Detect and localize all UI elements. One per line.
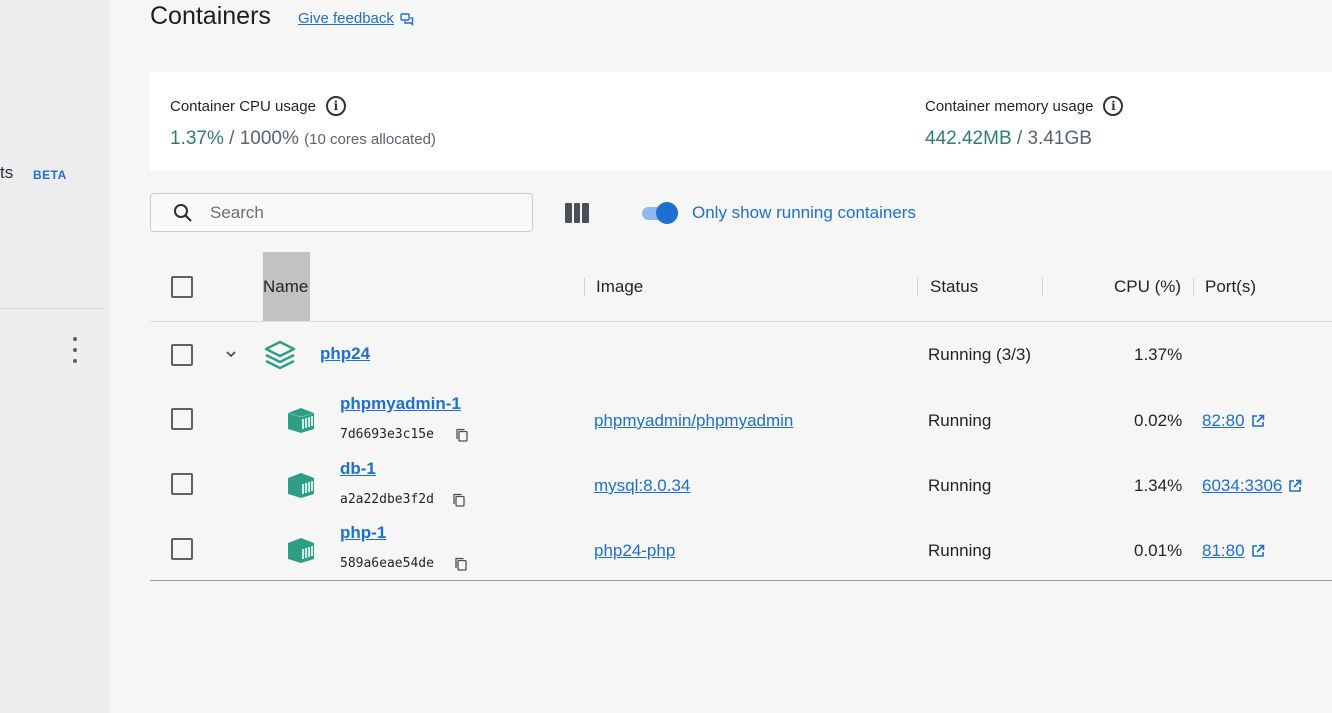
running-only-label[interactable]: Only show running containers	[692, 203, 916, 223]
port-link-wrapper[interactable]: 81:80	[1202, 541, 1265, 561]
container-icon	[288, 538, 314, 563]
memory-usage-value: 442.42MB / 3.41GB	[925, 128, 1123, 150]
containers-table: Name Image Status CPU (%) Port(s) php24 …	[150, 252, 1332, 583]
row-checkbox[interactable]	[171, 408, 193, 430]
status-text: Running	[928, 476, 992, 495]
copy-icon[interactable]	[454, 557, 468, 571]
memory-used: 442.42MB	[925, 128, 1012, 149]
column-divider[interactable]	[1193, 278, 1194, 296]
status-text: Running	[928, 411, 992, 430]
column-header-status[interactable]: Status	[930, 277, 978, 297]
cpu-total: 1000%	[239, 128, 299, 149]
running-only-toggle[interactable]	[640, 202, 678, 224]
column-header-name[interactable]: Name	[263, 277, 308, 297]
external-link-icon[interactable]	[1251, 414, 1265, 428]
port-link[interactable]: 6034:3306	[1202, 476, 1282, 495]
select-all-checkbox[interactable]	[171, 276, 193, 298]
main-content: Containers Give feedback Container CPU u…	[110, 0, 1332, 713]
column-header-cpu[interactable]: CPU (%)	[1114, 277, 1181, 297]
table-header: Name Image Status CPU (%) Port(s)	[150, 252, 1332, 322]
container-name-link[interactable]: phpmyadmin-1	[340, 394, 461, 414]
info-icon[interactable]: i	[1103, 96, 1124, 116]
container-id: 7d6693e3c15e	[340, 427, 434, 442]
toolbar: Only show running containers	[150, 193, 1332, 233]
table-row-group[interactable]: php24 Running (3/3) 1.37%	[150, 322, 1332, 388]
container-id: 589a6eae54de	[340, 556, 434, 571]
port-link[interactable]: 81:80	[1202, 541, 1245, 560]
memory-usage-label: Container memory usage	[925, 97, 1094, 115]
container-icon	[287, 408, 315, 433]
chevron-down-icon[interactable]	[225, 350, 237, 358]
cpu-separator: /	[223, 128, 240, 149]
sidebar: ts BETA	[0, 0, 110, 713]
column-divider[interactable]	[1042, 278, 1043, 296]
cpu-cores-note: (10 cores allocated)	[304, 131, 436, 148]
group-status: Running (3/3)	[928, 345, 1032, 364]
group-cpu: 1.37%	[1134, 345, 1183, 364]
port-link-wrapper[interactable]: 82:80	[1202, 411, 1265, 431]
give-feedback-label: Give feedback	[298, 10, 394, 27]
column-divider[interactable]	[917, 278, 918, 296]
sidebar-divider	[0, 308, 104, 309]
beta-badge: BETA	[33, 168, 67, 182]
cpu-usage-label: Container CPU usage	[170, 97, 316, 115]
table-row[interactable]: php-1 589a6eae54de php24-php Running 0.0…	[150, 518, 1332, 583]
port-link[interactable]: 82:80	[1202, 411, 1245, 430]
column-divider[interactable]	[584, 278, 585, 296]
search-box[interactable]	[150, 193, 533, 232]
column-header-ports[interactable]: Port(s)	[1205, 277, 1256, 297]
cpu-used: 1.37%	[170, 128, 224, 149]
copy-icon[interactable]	[452, 493, 466, 507]
columns-icon[interactable]	[565, 203, 590, 223]
search-input[interactable]	[210, 202, 510, 223]
image-link[interactable]: phpmyadmin/phpmyadmin	[594, 411, 793, 431]
page-title: Containers	[150, 2, 271, 30]
memory-total: 3.41GB	[1027, 128, 1092, 149]
sidebar-item-label-partial[interactable]: ts	[0, 163, 13, 183]
image-link[interactable]: mysql:8.0.34	[594, 476, 690, 496]
cpu-usage-value: 1.37% / 1000% (10 cores allocated)	[170, 128, 436, 150]
image-link[interactable]: php24-php	[594, 541, 675, 561]
kebab-menu-icon[interactable]	[70, 337, 80, 363]
cpu-value: 1.34%	[1134, 476, 1183, 495]
row-checkbox[interactable]	[171, 344, 193, 366]
search-icon	[174, 203, 192, 222]
external-link-icon[interactable]	[1288, 479, 1302, 493]
container-name-link[interactable]: db-1	[340, 459, 376, 479]
memory-usage-stat: Container memory usage i 442.42MB / 3.41…	[925, 96, 1124, 150]
stack-icon	[264, 340, 296, 370]
copy-icon[interactable]	[455, 428, 469, 442]
memory-separator: /	[1011, 128, 1028, 149]
external-link-icon[interactable]	[1251, 544, 1265, 558]
usage-stats-panel: Container CPU usage i 1.37% / 1000% (10 …	[150, 72, 1332, 171]
status-text: Running	[928, 541, 992, 560]
row-checkbox[interactable]	[171, 473, 193, 495]
table-bottom-border	[150, 580, 1332, 581]
give-feedback-link[interactable]: Give feedback	[298, 10, 414, 27]
container-name-link[interactable]: php-1	[340, 523, 386, 543]
column-header-image[interactable]: Image	[596, 277, 643, 297]
port-link-wrapper[interactable]: 6034:3306	[1202, 476, 1302, 496]
cpu-value: 0.01%	[1134, 541, 1183, 560]
container-id: a2a22dbe3f2d	[340, 492, 434, 507]
cpu-usage-stat: Container CPU usage i 1.37% / 1000% (10 …	[170, 96, 436, 150]
row-checkbox[interactable]	[171, 538, 193, 560]
table-row[interactable]: db-1 a2a22dbe3f2d mysql:8.0.34 Running 1…	[150, 453, 1332, 518]
cpu-value: 0.02%	[1134, 411, 1183, 430]
table-row[interactable]: phpmyadmin-1 7d6693e3c15e phpmyadmin/php…	[150, 388, 1332, 453]
container-icon	[288, 473, 314, 498]
group-name-link[interactable]: php24	[320, 344, 370, 364]
info-icon[interactable]: i	[325, 96, 346, 116]
feedback-icon	[400, 12, 414, 26]
